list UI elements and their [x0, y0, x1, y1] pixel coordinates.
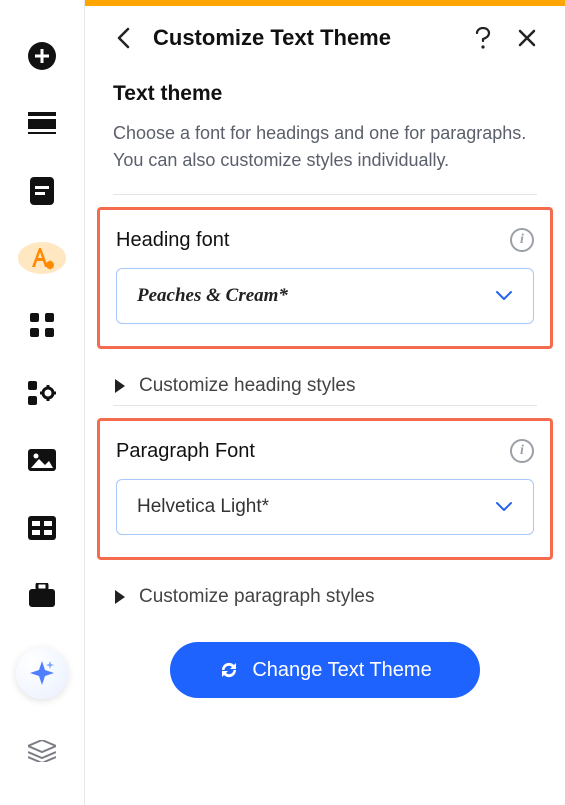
info-icon: i — [520, 232, 524, 248]
triangle-right-icon — [115, 379, 125, 393]
info-icon: i — [520, 443, 524, 459]
divider — [113, 194, 537, 195]
settings-puzzle-icon — [28, 381, 56, 405]
panel-title: Customize Text Theme — [153, 25, 453, 51]
sidebar-apps[interactable] — [18, 310, 66, 341]
sidebar-theme[interactable] — [18, 242, 66, 273]
paragraph-font-group: Paragraph Font i Helvetica Light* — [97, 418, 553, 560]
sidebar-ai[interactable] — [16, 647, 68, 699]
section-description: Choose a font for headings and one for p… — [113, 120, 537, 174]
divider — [113, 405, 537, 406]
briefcase-icon — [29, 583, 55, 607]
close-icon — [518, 29, 536, 47]
help-button[interactable] — [469, 24, 497, 52]
triangle-right-icon — [115, 590, 125, 604]
paragraph-font-select[interactable]: Helvetica Light* — [116, 479, 534, 535]
layers-icon — [28, 740, 56, 762]
sidebar-pages[interactable] — [18, 175, 66, 206]
heading-font-value: Peaches & Cream* — [137, 285, 288, 307]
customize-heading-label: Customize heading styles — [139, 375, 356, 397]
theme-text-icon — [27, 243, 57, 273]
cta-label: Change Text Theme — [252, 659, 431, 682]
close-button[interactable] — [513, 24, 541, 52]
back-button[interactable] — [109, 24, 137, 52]
left-sidebar — [0, 0, 85, 805]
heading-font-info[interactable]: i — [510, 228, 534, 252]
paragraph-font-label: Paragraph Font — [116, 440, 255, 463]
heading-font-group: Heading font i Peaches & Cream* — [97, 207, 553, 349]
customize-heading-styles[interactable]: Customize heading styles — [113, 357, 537, 405]
image-icon — [28, 449, 56, 471]
sidebar-business[interactable] — [18, 580, 66, 611]
panel-header: Customize Text Theme — [85, 0, 565, 64]
heading-font-select[interactable]: Peaches & Cream* — [116, 268, 534, 324]
refresh-icon — [218, 659, 240, 681]
sidebar-sections[interactable] — [18, 107, 66, 138]
sidebar-settings[interactable] — [18, 377, 66, 408]
sidebar-media[interactable] — [18, 445, 66, 476]
paragraph-font-value: Helvetica Light* — [137, 496, 269, 518]
table-icon — [28, 516, 56, 540]
chevron-down-icon — [495, 501, 513, 513]
customize-paragraph-label: Customize paragraph styles — [139, 586, 375, 608]
sidebar-add[interactable] — [18, 40, 66, 71]
question-icon — [475, 27, 491, 49]
customize-paragraph-styles[interactable]: Customize paragraph styles — [113, 568, 537, 616]
chevron-left-icon — [116, 27, 130, 49]
heading-font-label: Heading font — [116, 229, 229, 252]
sparkle-icon — [28, 659, 56, 687]
apps-grid-icon — [30, 313, 54, 337]
settings-panel: Customize Text Theme Text theme Choose a… — [85, 0, 565, 805]
paragraph-font-info[interactable]: i — [510, 439, 534, 463]
page-icon — [30, 177, 54, 205]
plus-circle-icon — [27, 41, 57, 71]
section-title: Text theme — [113, 82, 537, 106]
change-text-theme-button[interactable]: Change Text Theme — [170, 642, 480, 698]
section-icon — [28, 112, 56, 134]
chevron-down-icon — [495, 290, 513, 302]
sidebar-data[interactable] — [18, 512, 66, 543]
sidebar-layers[interactable] — [18, 727, 66, 775]
